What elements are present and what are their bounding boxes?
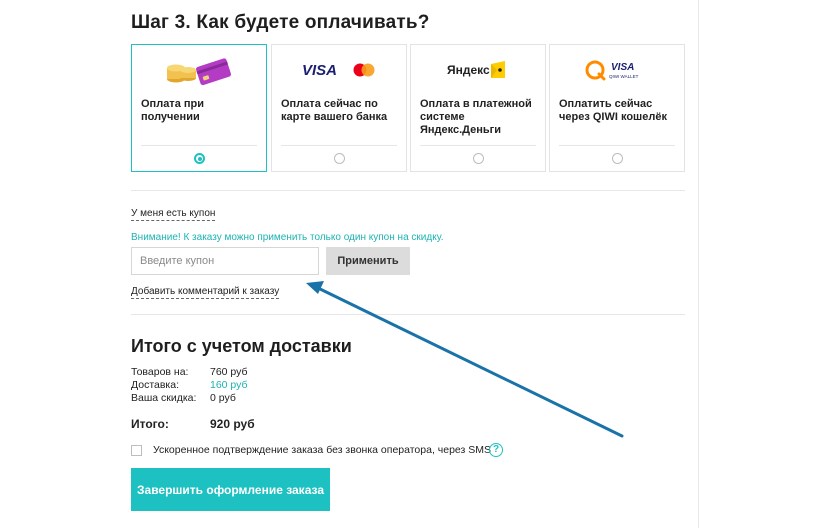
- goods-label: Товаров на:: [131, 366, 189, 378]
- qiwi-wallet-text: QIWI WALLET: [609, 74, 639, 79]
- delivery-label: Доставка:: [131, 379, 180, 391]
- payment-option-divider: [420, 145, 536, 146]
- payment-option-label: Оплатить сейчас через QIWI кошелёк: [559, 98, 667, 123]
- payment-radio[interactable]: [334, 153, 345, 164]
- payment-option-divider: [559, 145, 675, 146]
- yandex-money-icon: Яндекс: [411, 45, 545, 95]
- coupon-notice: Внимание! К заказу можно применить тольк…: [131, 232, 444, 243]
- summary-discount-row: Ваша скидка: 0 руб: [131, 392, 236, 404]
- qiwi-visa-text: VISA: [611, 62, 634, 73]
- payment-radio[interactable]: [473, 153, 484, 164]
- yandex-logo-text: Яндекс: [447, 63, 490, 77]
- summary-total-row: Итого: 920 руб: [131, 417, 255, 431]
- visa-mastercard-icon: VISA: [272, 45, 406, 95]
- visa-logo-text: VISA: [302, 62, 337, 79]
- add-comment-link[interactable]: Добавить комментарий к заказу: [131, 286, 280, 299]
- sms-confirm-label: Ускоренное подтверждение заказа без звон…: [153, 444, 492, 456]
- qiwi-icon: VISA QIWI WALLET: [550, 45, 684, 95]
- goods-value: 760 руб: [210, 366, 248, 378]
- summary-delivery-row: Доставка: 160 руб: [131, 379, 248, 391]
- summary-title: Итого с учетом доставки: [131, 336, 352, 356]
- coupon-input[interactable]: [131, 247, 319, 275]
- payment-option-cash[interactable]: Оплата при получении: [131, 44, 267, 172]
- content-right-border: [698, 0, 699, 528]
- apply-coupon-button[interactable]: Применить: [326, 247, 410, 275]
- total-value: 920 руб: [210, 417, 255, 431]
- coupon-toggle-link[interactable]: У меня есть купон: [131, 208, 216, 221]
- submit-order-button[interactable]: Завершить оформление заказа: [131, 468, 330, 511]
- payment-option-divider: [141, 145, 257, 146]
- help-icon[interactable]: ?: [489, 443, 503, 457]
- payment-option-divider: [281, 145, 397, 146]
- payment-option-card[interactable]: VISA Оплата сейчас по карте вашего банка: [271, 44, 407, 172]
- coins-and-card-icon: [132, 45, 266, 95]
- payment-option-label: Оплата сейчас по карте вашего банка: [281, 98, 388, 123]
- payment-option-label: Оплата в платежной системе Яндекс.Деньги: [420, 98, 532, 136]
- discount-label: Ваша скидка:: [131, 392, 197, 404]
- total-label: Итого:: [131, 417, 169, 431]
- payment-radio[interactable]: [612, 153, 623, 164]
- sms-confirm-checkbox[interactable]: [131, 445, 142, 456]
- summary-goods-row: Товаров на: 760 руб: [131, 366, 248, 378]
- payment-option-qiwi[interactable]: VISA QIWI WALLET Оплатить сейчас через Q…: [549, 44, 685, 172]
- section-divider: [131, 314, 685, 315]
- step-title: Шаг 3. Как будете оплачивать?: [131, 12, 430, 33]
- discount-value: 0 руб: [210, 392, 236, 404]
- payment-radio-selected[interactable]: [194, 153, 205, 164]
- section-divider: [131, 190, 685, 191]
- payment-option-label: Оплата при получении: [141, 98, 204, 123]
- delivery-value: 160 руб: [210, 379, 248, 391]
- payment-option-yandex[interactable]: Яндекс Оплата в платежной системе Яндекс…: [410, 44, 546, 172]
